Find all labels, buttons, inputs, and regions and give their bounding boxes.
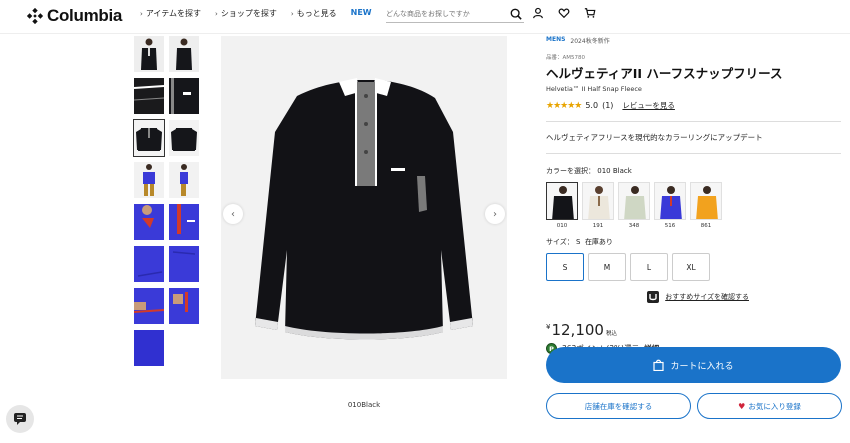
main-product-image: ‹ › (221, 36, 507, 379)
thumbnail-blue-pocket[interactable] (134, 246, 164, 282)
search-box (386, 5, 524, 23)
heart-icon: ♥ (738, 401, 746, 411)
thumbnail-blue-cuff[interactable] (169, 288, 199, 324)
main-nav: › アイテムを探す › ショップを探す › もっと見る NEW (140, 8, 372, 19)
thumbnail-blue-snap[interactable] (169, 204, 199, 240)
product-sku: 品番：AM5780 (546, 55, 586, 61)
divider (546, 121, 841, 122)
swatch-010[interactable]: 010 (546, 182, 578, 229)
nav-find-items[interactable]: › アイテムを探す (140, 8, 201, 19)
size-options: S M L XL (546, 253, 841, 281)
account-icon[interactable] (532, 7, 544, 19)
chat-icon (14, 413, 26, 425)
prev-image-button[interactable]: ‹ (223, 204, 243, 224)
product-title: ヘルヴェティアII ハーフスナップフリース (546, 66, 783, 81)
color-label-text: カラーを選択： (546, 167, 595, 175)
color-selected: 010 Black (597, 167, 632, 175)
size-label-text: サイズ： (546, 238, 574, 246)
price: ¥ 12,100 税込 (546, 321, 841, 339)
thumbnail-detail-logo[interactable] (169, 78, 199, 114)
size-label: サイズ： S 在庫あり (546, 237, 841, 247)
heart-icon[interactable] (558, 7, 570, 19)
swatch-191[interactable]: 191 (582, 182, 614, 229)
price-tax-label: 税込 (605, 331, 617, 337)
thumbnail-model-front[interactable] (134, 36, 164, 72)
add-to-cart-label: カートに入れる (670, 361, 734, 372)
nav-label: ショップを探す (220, 9, 277, 18)
size-guide-text: おすすめサイズを確認する (665, 293, 749, 301)
nav-new[interactable]: NEW (351, 8, 372, 19)
chevron-right-icon: › (493, 208, 497, 220)
color-label: カラーを選択： 010 Black (546, 166, 841, 176)
thumbnail-product-back[interactable] (169, 120, 199, 156)
fav-button-label: お気に入り登録 (748, 401, 801, 411)
thumbnail-product-front[interactable] (133, 119, 165, 157)
check-store-stock-button[interactable]: 店舗在庫を確認する (546, 393, 691, 419)
brand-logo[interactable]: Columbia (26, 6, 122, 26)
swatch-348[interactable]: 348 (618, 182, 650, 229)
rating-value: 5.0 (585, 101, 599, 110)
product-subtitle: Helvetia™ II Half Snap Fleece (546, 85, 642, 93)
rating-row: ★★★★★ 5.0 (1) レビューを見る (546, 100, 841, 111)
price-currency: ¥ (546, 323, 551, 331)
thumbnail-detail-collar[interactable] (134, 78, 164, 114)
cart-icon[interactable] (584, 7, 596, 19)
thumbnail-model-back[interactable] (169, 36, 199, 72)
thumbnail-blue-sleeve[interactable] (134, 288, 164, 324)
swatch-code: 861 (700, 223, 712, 229)
price-amount: 12,100 (551, 321, 604, 339)
thumbnail-model-blue-side[interactable] (169, 162, 199, 198)
fleece-jacket-image (255, 78, 473, 340)
swatch-code: 348 (628, 223, 640, 229)
search-icon[interactable] (510, 8, 522, 20)
season-label: 2024秋冬新作 (570, 38, 610, 45)
swatch-code: 516 (664, 223, 676, 229)
category-line: MENS 2024秋冬新作 (546, 36, 841, 45)
size-selected: S (576, 238, 581, 246)
divider (546, 153, 841, 154)
add-to-favorites-button[interactable]: ♥ お気に入り登録 (697, 393, 842, 419)
swatch-516[interactable]: 516 (654, 182, 686, 229)
swatch-861[interactable]: 861 (690, 182, 722, 229)
add-to-cart-button[interactable]: カートに入れる (546, 347, 841, 383)
image-caption: 010Black (347, 401, 381, 409)
size-button-m[interactable]: M (588, 253, 626, 281)
swatch-code: 010 (556, 223, 568, 229)
product-tagline: ヘルヴェティアフリースを現代的なカラーリングにアップデート (546, 133, 763, 142)
thumbnail-blue-collar[interactable] (134, 204, 164, 240)
header-icons (532, 7, 596, 19)
nav-label: もっと見る (296, 9, 337, 18)
review-link[interactable]: レビューを見る (622, 100, 675, 111)
chat-button[interactable] (6, 405, 34, 433)
chevron-left-icon: ‹ (231, 208, 235, 220)
size-guide-link[interactable]: おすすめサイズを確認する (546, 291, 841, 303)
thumbnail-model-blue-front[interactable] (134, 162, 164, 198)
stock-status: 在庫あり (584, 238, 613, 246)
swatch-code: 191 (592, 223, 604, 229)
thumbnail-blue-fabric[interactable] (134, 330, 164, 366)
product-info: MENS 2024秋冬新作 品番：AM5780 ヘルヴェティアII ハーフスナッ… (546, 36, 842, 419)
columbia-diamond-icon (26, 7, 44, 25)
store-button-label: 店舗在庫を確認する (584, 401, 653, 411)
rating-count: (1) (602, 101, 614, 110)
star-rating-icon: ★★★★★ (546, 100, 582, 111)
size-button-l[interactable]: L (630, 253, 668, 281)
nav-more[interactable]: › もっと見る (291, 8, 337, 19)
site-header: Columbia › アイテムを探す › ショップを探す › もっと見る NEW (0, 0, 850, 34)
chevron-right-icon: › (290, 9, 294, 18)
next-image-button[interactable]: › (485, 204, 505, 224)
brand-name: Columbia (47, 6, 123, 25)
nav-label: アイテムを探す (145, 9, 202, 18)
chevron-right-icon: › (140, 9, 143, 18)
size-button-s[interactable]: S (546, 253, 584, 281)
size-button-xl[interactable]: XL (672, 253, 710, 281)
thumbnail-blue-hem[interactable] (169, 246, 199, 282)
size-guide-icon (647, 291, 660, 303)
color-swatches: 010 191 348 516 861 (546, 182, 841, 229)
bag-icon (653, 359, 665, 371)
category-link[interactable]: MENS (546, 36, 565, 45)
chevron-right-icon: › (215, 9, 218, 18)
nav-find-shops[interactable]: › ショップを探す (215, 8, 277, 19)
search-input[interactable] (386, 9, 504, 18)
